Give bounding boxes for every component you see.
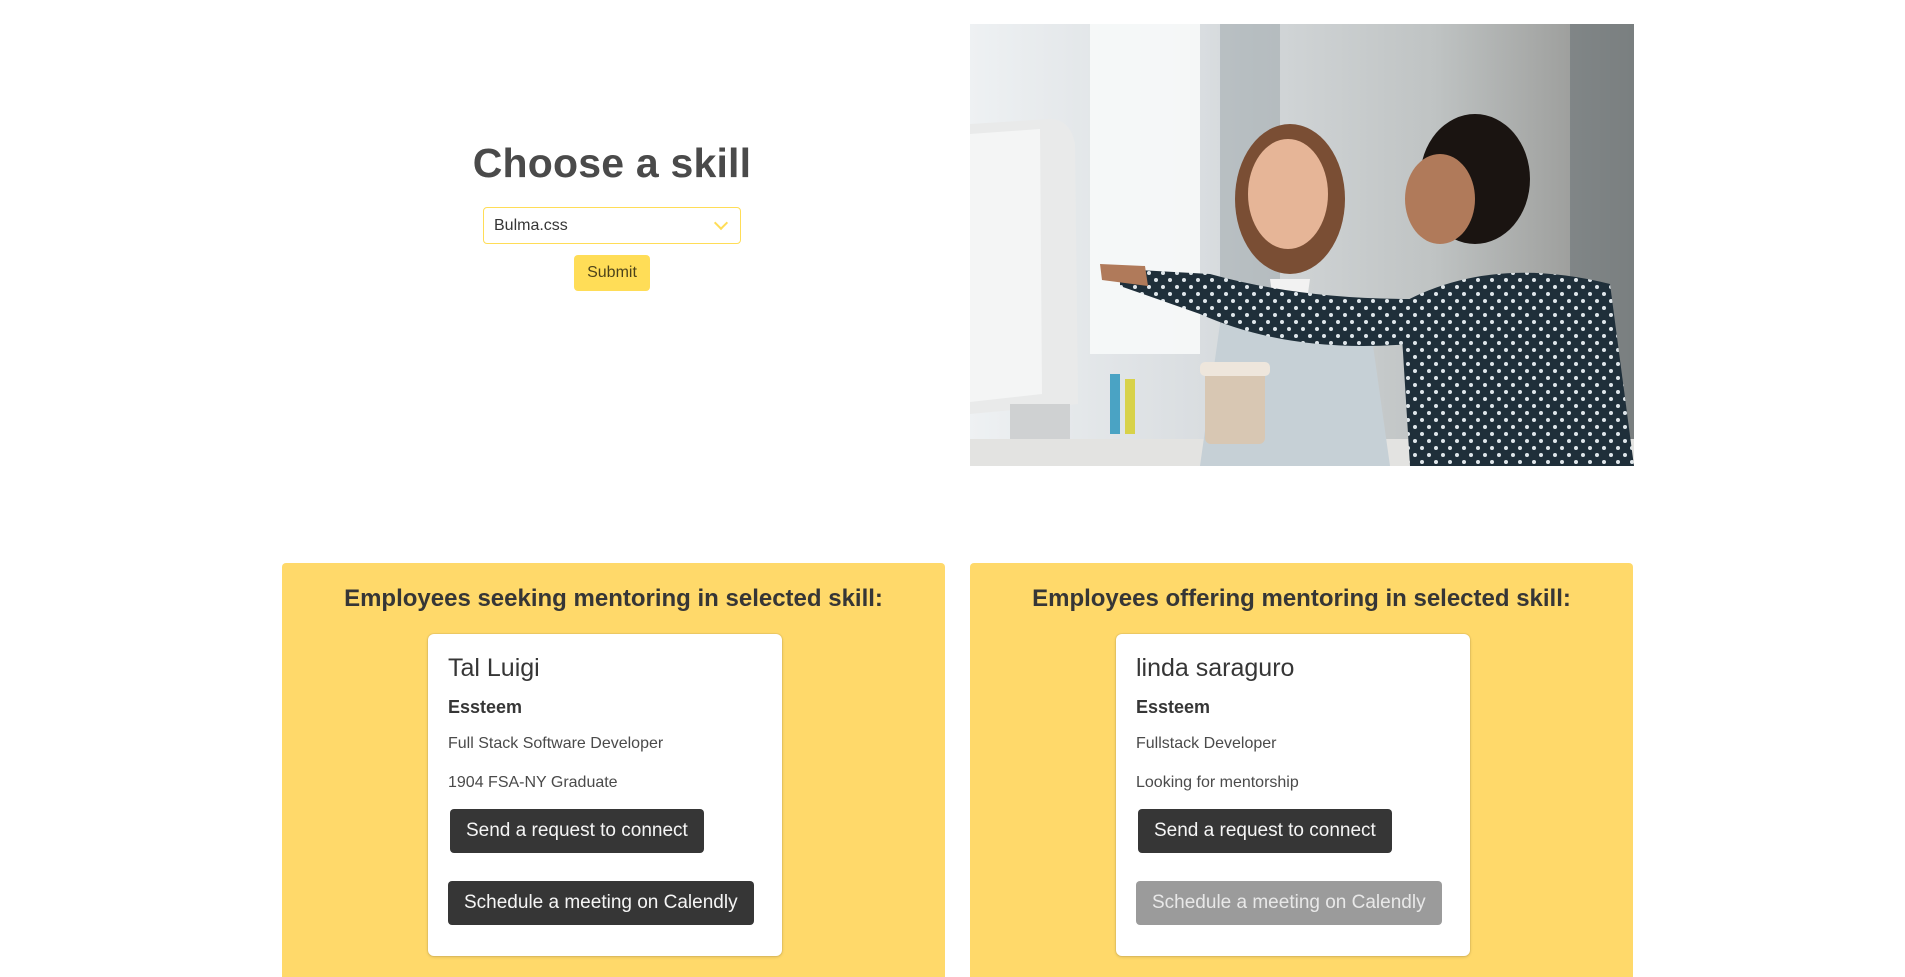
employee-name: Tal Luigi [448,654,540,682]
seeking-mentoring-panel: Employees seeking mentoring in selected … [282,563,945,977]
chevron-down-icon [713,215,729,231]
employee-card: linda saraguro Essteem Fullstack Develop… [1116,634,1470,956]
submit-button[interactable]: Submit [574,255,650,291]
employee-name: linda saraguro [1136,654,1295,682]
offering-mentoring-panel: Employees offering mentoring in selected… [970,563,1633,977]
employee-company: Essteem [1136,697,1211,717]
offering-panel-title: Employees offering mentoring in selected… [1032,585,1571,612]
send-request-button[interactable]: Send a request to connect [1138,809,1392,853]
skill-select-value: Bulma.css [494,216,568,234]
employee-note: Looking for mentorship [1136,774,1299,791]
employee-role: Fullstack Developer [1136,735,1277,752]
skill-select[interactable]: Bulma.css [483,207,741,244]
seeking-panel-title: Employees seeking mentoring in selected … [344,585,883,612]
employee-company: Essteem [448,697,523,717]
employee-note: 1904 FSA-NY Graduate [448,774,618,791]
page-title: Choose a skill [472,140,752,186]
skill-chooser: Choose a skill Bulma.css Submit [282,140,942,291]
send-request-button[interactable]: Send a request to connect [450,809,704,853]
employee-role: Full Stack Software Developer [448,735,664,752]
page: Choose a skill Bulma.css Submit Employee… [0,0,1905,977]
schedule-calendly-button[interactable]: Schedule a meeting on Calendly [448,881,754,925]
schedule-calendly-button[interactable]: Schedule a meeting on Calendly [1136,881,1442,925]
employee-card: Tal Luigi Essteem Full Stack Software De… [428,634,782,956]
hero-image [970,24,1634,466]
